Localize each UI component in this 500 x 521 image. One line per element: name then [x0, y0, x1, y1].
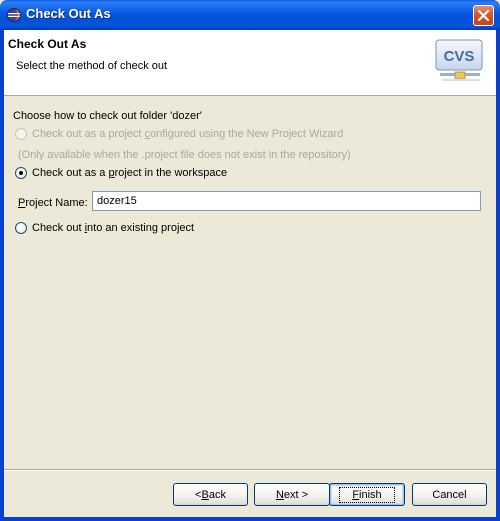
page-title: Check Out As	[8, 37, 87, 51]
availability-note: (Only available when the .project file d…	[18, 149, 351, 161]
back-button[interactable]: < Back	[173, 483, 248, 506]
radio-label: Check out as a project configured using …	[32, 128, 344, 140]
next-button[interactable]: Next >	[254, 483, 330, 506]
focus-ring: Finish	[339, 486, 395, 503]
eclipse-icon	[7, 8, 21, 22]
radio-new-project-wizard[interactable]: Check out as a project configured using …	[15, 126, 343, 142]
radio-project-in-workspace[interactable]: Check out as a project in the workspace	[15, 165, 227, 181]
cancel-button[interactable]: Cancel	[412, 483, 487, 506]
cvs-label: CVS	[444, 48, 475, 65]
dialog-body: Check Out As Select the method of check …	[0, 30, 500, 521]
project-name-label: Project Name:	[18, 197, 88, 209]
radio-button[interactable]	[15, 222, 27, 234]
project-name-input[interactable]	[92, 191, 481, 211]
cvs-icon: CVS	[435, 39, 483, 81]
close-button[interactable]	[473, 5, 494, 26]
page-description: Select the method of check out	[16, 60, 168, 72]
title-bar[interactable]: Check Out As	[0, 0, 500, 30]
checkout-prompt: Choose how to check out folder 'dozer'	[13, 110, 202, 122]
button-bar-separator	[4, 469, 496, 471]
window-title: Check Out As	[26, 6, 111, 21]
wizard-banner: Check Out As Select the method of check …	[4, 30, 496, 96]
finish-button[interactable]: Finish	[329, 483, 405, 506]
radio-label: Check out as a project in the workspace	[32, 167, 228, 179]
radio-button-selected[interactable]	[15, 167, 27, 179]
close-icon	[478, 10, 489, 21]
radio-button[interactable]	[15, 128, 27, 140]
radio-label: Check out into an existing project	[32, 222, 195, 234]
radio-existing-project[interactable]: Check out into an existing project	[15, 220, 194, 236]
